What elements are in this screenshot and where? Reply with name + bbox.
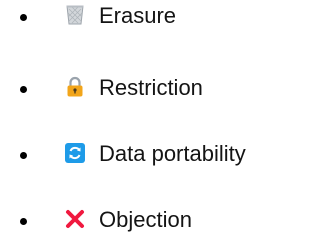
bullet	[20, 152, 27, 159]
item-label: Data portability	[99, 141, 246, 166]
item-label: Objection	[99, 207, 192, 232]
cross-mark-icon	[64, 208, 86, 230]
list-item-objection: Objection	[0, 204, 304, 238]
item-label: Erasure	[99, 3, 177, 28]
list-item-erasure: Erasure	[0, 0, 304, 34]
bullet	[20, 218, 27, 225]
list-item-data-portability: Data portability	[0, 138, 304, 172]
wastebasket-icon	[64, 4, 86, 26]
bullet	[20, 14, 27, 21]
bullet	[20, 86, 27, 93]
rights-list: Erasure Restriction Data portability Obj…	[0, 0, 304, 242]
refresh-icon	[64, 142, 86, 164]
item-label: Restriction	[99, 75, 203, 100]
lock-icon	[64, 76, 86, 98]
list-item-restriction: Restriction	[0, 72, 304, 106]
